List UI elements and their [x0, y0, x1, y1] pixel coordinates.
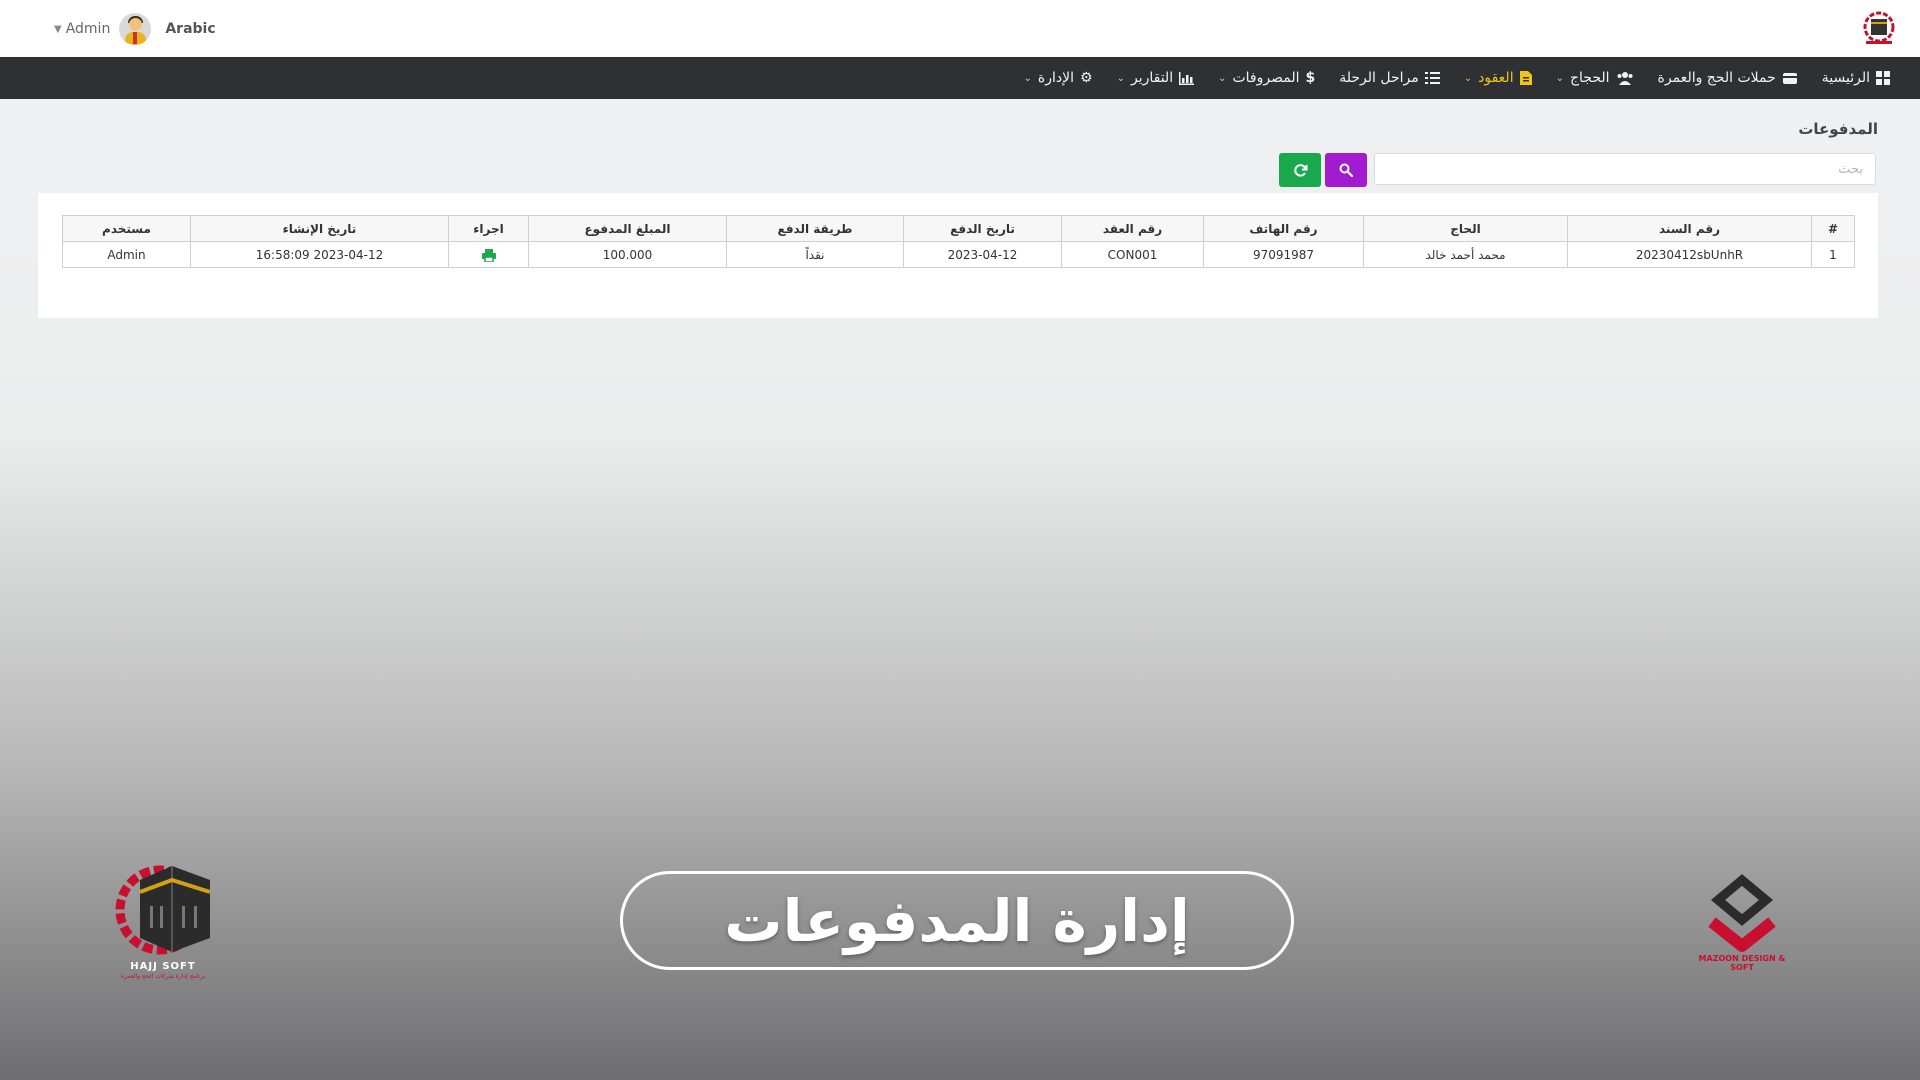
kaaba-gear-icon: [115, 865, 211, 955]
search-button[interactable]: [1325, 153, 1367, 187]
nav-label: التقارير: [1130, 70, 1174, 86]
title-banner: إدارة المدفوعات: [620, 871, 1294, 970]
chevron-down-icon: ⌄: [1116, 72, 1125, 84]
brand-logo[interactable]: [1862, 10, 1896, 46]
user-name: Admin: [65, 21, 111, 37]
cell-action: [448, 241, 529, 268]
nav-item-reports[interactable]: التقارير ⌄: [1117, 70, 1195, 86]
chevron-down-icon: ▼: [54, 23, 62, 35]
dollar-icon: $: [1305, 70, 1316, 86]
search-input[interactable]: [1374, 153, 1876, 185]
top-bar: ▼ Admin Arabic: [0, 0, 1920, 58]
refresh-button[interactable]: [1279, 153, 1321, 187]
cell-created-at: 2023-04-12 16:58:09: [190, 241, 449, 268]
cell-index: 1: [1811, 241, 1855, 268]
column-header-payment-date[interactable]: تاريخ الدفع: [903, 215, 1062, 242]
nav-label: حملات الحج والعمرة: [1657, 70, 1776, 86]
chevron-down-icon: ⌄: [1218, 72, 1227, 84]
mazoon-logo: MAZOON DESIGN & SOFT: [1696, 872, 1788, 972]
nav-label: العقود: [1478, 70, 1514, 86]
logo-subcaption: برنامج إدارة شركات الحج والعمرة: [120, 973, 206, 980]
kaaba-icon: [1782, 73, 1797, 84]
user-menu[interactable]: ▼ Admin Arabic: [54, 12, 216, 46]
nav-label: المصروفات: [1232, 70, 1300, 86]
users-icon: [1617, 72, 1633, 85]
nav-label: مراحل الرحلة: [1339, 70, 1419, 86]
nav-label: الإدارة: [1037, 70, 1075, 86]
cell-phone[interactable]: 97091987: [1203, 241, 1364, 268]
table-header-row: # رقم السند الحاج رقم الهاتف رقم العقد ت…: [62, 215, 1855, 242]
gear-icon: ⚙: [1080, 70, 1093, 86]
nav-item-trip-stages[interactable]: مراحل الرحلة: [1339, 70, 1440, 86]
nav-item-home[interactable]: الرئيسية: [1822, 70, 1890, 86]
column-header-pilgrim[interactable]: الحاج: [1363, 215, 1568, 242]
column-header-amount[interactable]: المبلغ المدفوع: [528, 215, 727, 242]
cell-receipt-no: 20230412sbUnhR: [1567, 241, 1812, 268]
cell-payment-date: 2023-04-12: [903, 241, 1062, 268]
nav-item-expenses[interactable]: $ المصروفات ⌄: [1218, 70, 1315, 86]
column-header-contract-no[interactable]: رقم العقد: [1061, 215, 1204, 242]
chevron-down-icon: ⌄: [1023, 72, 1032, 84]
logo-caption: HAJJ SOFT: [130, 961, 196, 972]
nav-item-admin[interactable]: ⚙ الإدارة ⌄: [1024, 70, 1093, 86]
page-title: المدفوعات: [1798, 120, 1878, 138]
column-header-user[interactable]: مستخدم: [62, 215, 191, 242]
nav-label: الرئيسية: [1821, 70, 1870, 86]
avatar[interactable]: [119, 13, 152, 45]
list-icon: [1424, 72, 1440, 84]
payments-table: # رقم السند الحاج رقم الهاتف رقم العقد ت…: [62, 215, 1855, 268]
refresh-icon: [1293, 163, 1307, 177]
column-header-created-at[interactable]: تاريخ الإنشاء: [190, 215, 449, 242]
search-icon: [1339, 163, 1353, 177]
payments-card: # رقم السند الحاج رقم الهاتف رقم العقد ت…: [38, 193, 1878, 318]
hajj-soft-logo: HAJJ SOFT برنامج إدارة شركات الحج والعمر…: [110, 860, 216, 980]
cell-contract-no: CON001: [1061, 241, 1204, 268]
contract-icon: [1519, 71, 1532, 85]
cell-user: Admin: [62, 241, 191, 268]
nav-label: الحجاج: [1569, 70, 1610, 86]
cell-payment-method: نقداً: [726, 241, 904, 268]
logo-caption: MAZOON DESIGN & SOFT: [1698, 954, 1786, 972]
language-switcher[interactable]: Arabic: [165, 21, 215, 37]
column-header-receipt-no[interactable]: رقم السند: [1567, 215, 1812, 242]
cell-amount: 100.000: [528, 241, 727, 268]
dashboard-icon: [1876, 71, 1890, 85]
column-header-action: اجراء: [448, 215, 529, 242]
print-icon[interactable]: [481, 248, 496, 263]
column-header-index[interactable]: #: [1811, 215, 1855, 242]
main-navbar: الرئيسية حملات الحج والعمرة الحجاج ⌄ الع…: [0, 57, 1920, 99]
nav-item-contracts[interactable]: العقود ⌄: [1464, 70, 1532, 86]
chevron-down-icon: ⌄: [1463, 72, 1473, 84]
mazoon-emblem-icon: [1708, 874, 1776, 952]
table-row[interactable]: 1 20230412sbUnhR محمد أحمد خالد 97091987…: [62, 241, 1855, 268]
nav-item-campaigns[interactable]: حملات الحج والعمرة: [1658, 70, 1798, 86]
nav-item-pilgrims[interactable]: الحجاج ⌄: [1556, 70, 1634, 86]
chevron-down-icon: ⌄: [1555, 72, 1564, 84]
chart-icon: [1179, 71, 1195, 85]
column-header-payment-method[interactable]: طريقة الدفع: [726, 215, 904, 242]
column-header-phone[interactable]: رقم الهاتف: [1203, 215, 1364, 242]
cell-pilgrim: محمد أحمد خالد: [1363, 241, 1568, 268]
